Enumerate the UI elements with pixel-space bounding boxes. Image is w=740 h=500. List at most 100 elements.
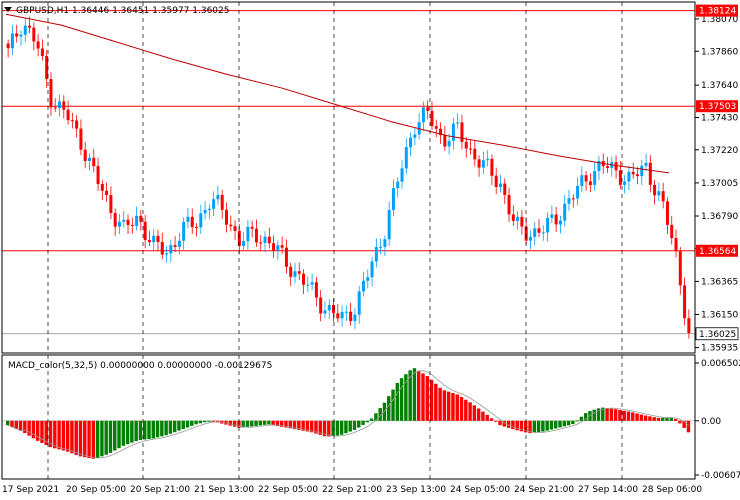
candle-body [319, 297, 323, 314]
candle-body [58, 101, 62, 108]
time-axis-label: 28 Sep 06:00 [642, 485, 702, 495]
candle-body [447, 140, 451, 147]
candle-body [10, 33, 14, 49]
macd-histogram-bar [23, 420, 27, 434]
candle-body [409, 137, 413, 148]
candle-body [571, 198, 575, 200]
candle-body [537, 228, 541, 233]
macd-histogram-bar [609, 408, 614, 421]
candle-body [498, 183, 502, 187]
macd-histogram-bar [451, 392, 455, 421]
macd-histogram-bar [566, 420, 571, 426]
macd-histogram-bar [579, 416, 584, 421]
time-axis-label: 24 Sep 05:00 [450, 485, 510, 495]
macd-histogram-bar [232, 420, 237, 427]
candle-body [396, 181, 400, 189]
candle-body [323, 310, 327, 314]
time-axis-label: 20 Sep 21:00 [130, 485, 190, 495]
macd-histogram-bar [134, 420, 138, 442]
candle-body [19, 34, 23, 37]
candle-body [640, 165, 644, 177]
candle-body [117, 221, 121, 227]
candle-body [36, 41, 40, 49]
candle-body [387, 209, 391, 240]
candle-body [421, 107, 425, 123]
macd-histogram-bar [245, 420, 250, 427]
macd-histogram-bar [618, 409, 622, 421]
macd-histogram-bar [357, 420, 361, 428]
candle-body [473, 148, 477, 160]
candle-body [576, 185, 580, 199]
macd-histogram-bar [198, 420, 203, 424]
candle-body [62, 101, 66, 110]
candle-body [96, 166, 100, 185]
candle-body [370, 261, 374, 278]
macd-histogram-bar [613, 409, 618, 421]
time-axis-label: 22 Sep 05:00 [258, 485, 318, 495]
candle-body [383, 239, 387, 247]
time-axis-label: 23 Sep 13:00 [386, 485, 446, 495]
macd-histogram-bar [464, 399, 468, 421]
macd-histogram-bar [631, 412, 635, 421]
candle-body [293, 271, 297, 277]
macd-histogram-bar [78, 420, 83, 457]
macd-histogram-bar [254, 420, 258, 426]
candle-body [477, 159, 481, 168]
macd-histogram-bar [395, 383, 400, 421]
candle-body [340, 312, 344, 319]
candle-body [653, 184, 657, 196]
candle-body [567, 198, 571, 204]
macd-histogram-bar [164, 420, 168, 436]
candle-body [259, 242, 263, 244]
macd-histogram-bar [14, 420, 18, 429]
candle-body [139, 215, 143, 222]
candle-body [353, 314, 357, 322]
candle-body [507, 195, 511, 215]
macd-histogram-bar [673, 418, 678, 421]
candle-body [109, 195, 113, 213]
macd-histogram-bar [665, 417, 669, 421]
candle-body [310, 282, 314, 285]
candle-body [541, 232, 545, 234]
macd-histogram-bar [558, 420, 562, 428]
macd-histogram-bar [365, 420, 370, 423]
macd-histogram-bar [61, 420, 66, 451]
candle-body [130, 225, 134, 227]
candle-body [32, 27, 36, 42]
candle-body [413, 134, 417, 138]
macd-histogram-bar [399, 378, 404, 421]
candle-body [336, 313, 340, 319]
macd-histogram-bar [143, 420, 147, 440]
macd-histogram-bar [678, 420, 682, 424]
macd-histogram-bar [605, 408, 609, 421]
candle-body [430, 110, 434, 127]
time-axis-label: 20 Sep 05:00 [66, 485, 126, 495]
candle-body [635, 174, 639, 177]
candle-body [169, 245, 173, 254]
candle-body [75, 120, 79, 129]
candle-body [379, 246, 383, 248]
candle-body [6, 43, 10, 49]
candle-body [233, 226, 237, 231]
macd-histogram-bar [18, 420, 23, 431]
candle-body [516, 216, 520, 221]
macd-histogram-bar [177, 420, 181, 431]
candle-body [302, 273, 306, 285]
candle-body [186, 216, 190, 222]
candle-body [332, 304, 336, 314]
candle-body [160, 241, 164, 255]
candle-body [503, 183, 507, 196]
candle-body [490, 158, 494, 176]
macd-histogram-bar [95, 420, 100, 458]
macd-histogram-bar [31, 420, 36, 439]
chart-window[interactable]: 17 Sep 2021 20 Sep 05:00 20 Sep 21:00 21 Se… [0, 0, 740, 500]
candle-body [297, 271, 301, 274]
macd-histogram-bar [361, 420, 365, 425]
candle-body [267, 236, 271, 244]
macd-histogram-bar [335, 420, 340, 436]
macd-axis-label: 0.00 [701, 417, 721, 427]
candle-body [212, 199, 216, 209]
candle-body [220, 195, 224, 210]
candle-body [670, 224, 674, 239]
time-axis-label: 21 Sep 13:00 [194, 485, 254, 495]
